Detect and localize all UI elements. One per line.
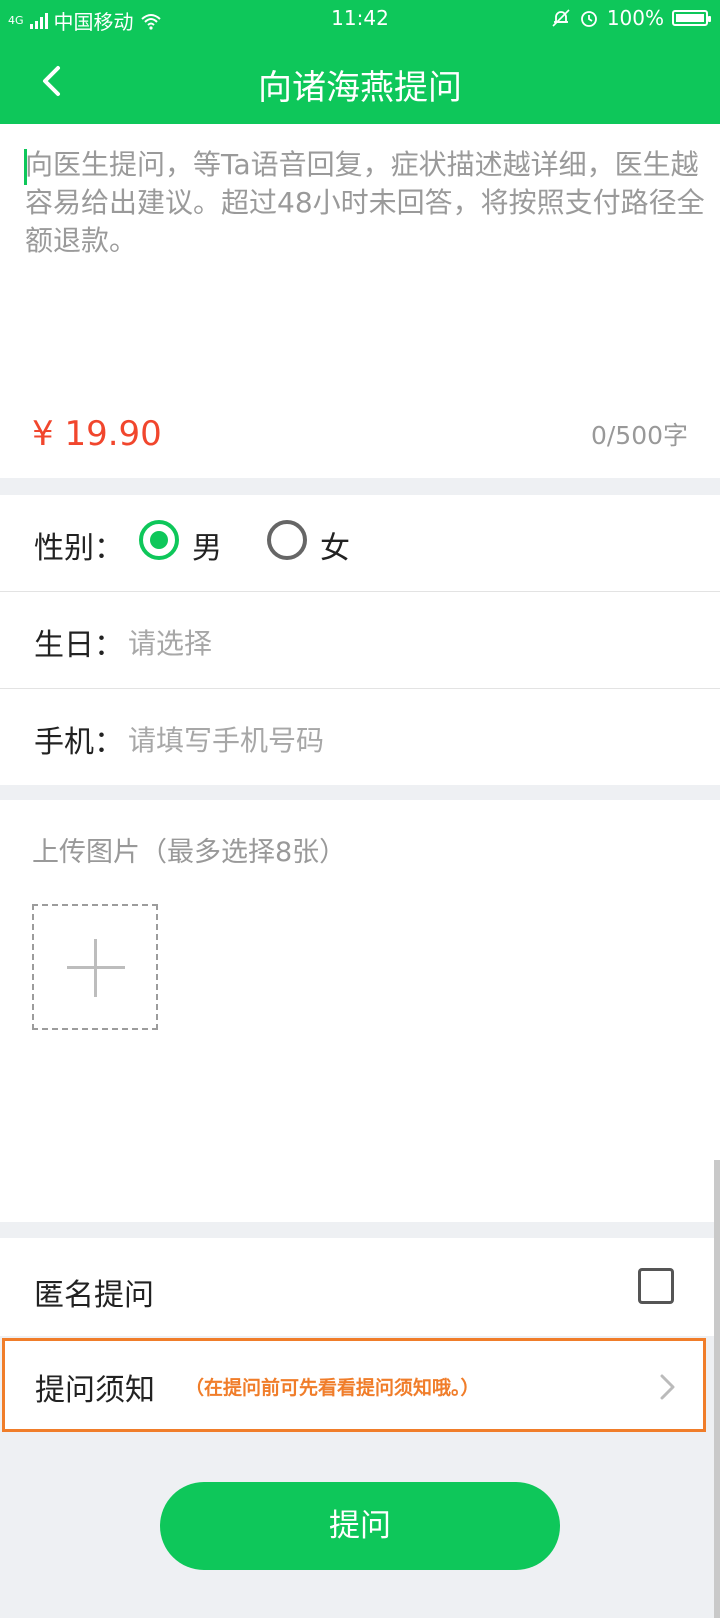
question-placeholder[interactable]: 向医生提问，等Ta语音回复，症状描述越详细，医生越容易给出建议。超过48小时未回… <box>25 146 705 260</box>
upload-title: 上传图片（最多选择8张） <box>32 837 347 868</box>
question-input-area[interactable]: 向医生提问，等Ta语音回复，症状描述越详细，医生越容易给出建议。超过48小时未回… <box>0 124 720 478</box>
battery-icon <box>672 10 711 26</box>
gender-label: 性别： <box>34 531 124 566</box>
page-title: 向诸海燕提问 <box>258 68 462 108</box>
battery-percent: 100% <box>606 6 664 30</box>
nav-bar: 向诸海燕提问 <box>0 38 720 124</box>
gender-row: 性别： 男 女 <box>0 495 720 591</box>
birthday-label: 生日： <box>34 628 124 663</box>
question-notice-row[interactable]: 提问须知 （在提问前可先看看提问须知哦。） <box>2 1338 706 1432</box>
anonymous-checkbox[interactable] <box>638 1268 674 1304</box>
upload-card: 上传图片（最多选择8张） <box>0 800 720 1222</box>
birthday-row[interactable]: 生日： 请选择 <box>0 592 720 688</box>
question-price: ¥ 19.90 <box>32 414 162 454</box>
notice-label: 提问须知 <box>35 1373 155 1408</box>
birthday-select[interactable]: 请选择 <box>128 622 212 662</box>
radio-female[interactable] <box>267 520 307 560</box>
status-bar: 4G 中国移动 11:42 100% <box>0 0 720 38</box>
phone-label: 手机： <box>34 725 124 760</box>
alarm-icon <box>580 11 597 27</box>
phone-input[interactable]: 请填写手机号码 <box>128 719 324 759</box>
radio-male[interactable] <box>139 520 179 560</box>
chevron-right-icon <box>660 1374 675 1400</box>
add-image-button[interactable] <box>32 904 158 1030</box>
radio-female-label[interactable]: 女 <box>320 523 350 567</box>
phone-row[interactable]: 手机： 请填写手机号码 <box>0 689 720 785</box>
anonymous-row[interactable]: 匿名提问 <box>0 1238 720 1336</box>
status-right: 100% <box>551 6 711 30</box>
notice-hint: （在提问前可先看看提问须知哦。） <box>185 1377 480 1399</box>
radio-male-label[interactable]: 男 <box>192 523 222 567</box>
anonymous-row-inner: 匿名提问 <box>0 1238 720 1334</box>
anonymous-label: 匿名提问 <box>34 1278 154 1313</box>
bell-muted-icon <box>552 9 570 27</box>
char-counter: 0/500字 <box>590 421 688 450</box>
patient-info-card: 性别： 男 女 生日： 请选择 手机： 请填写手机号码 <box>0 495 720 785</box>
submit-question-button[interactable]: 提问 <box>160 1482 560 1570</box>
scrollbar[interactable] <box>714 1160 720 1618</box>
